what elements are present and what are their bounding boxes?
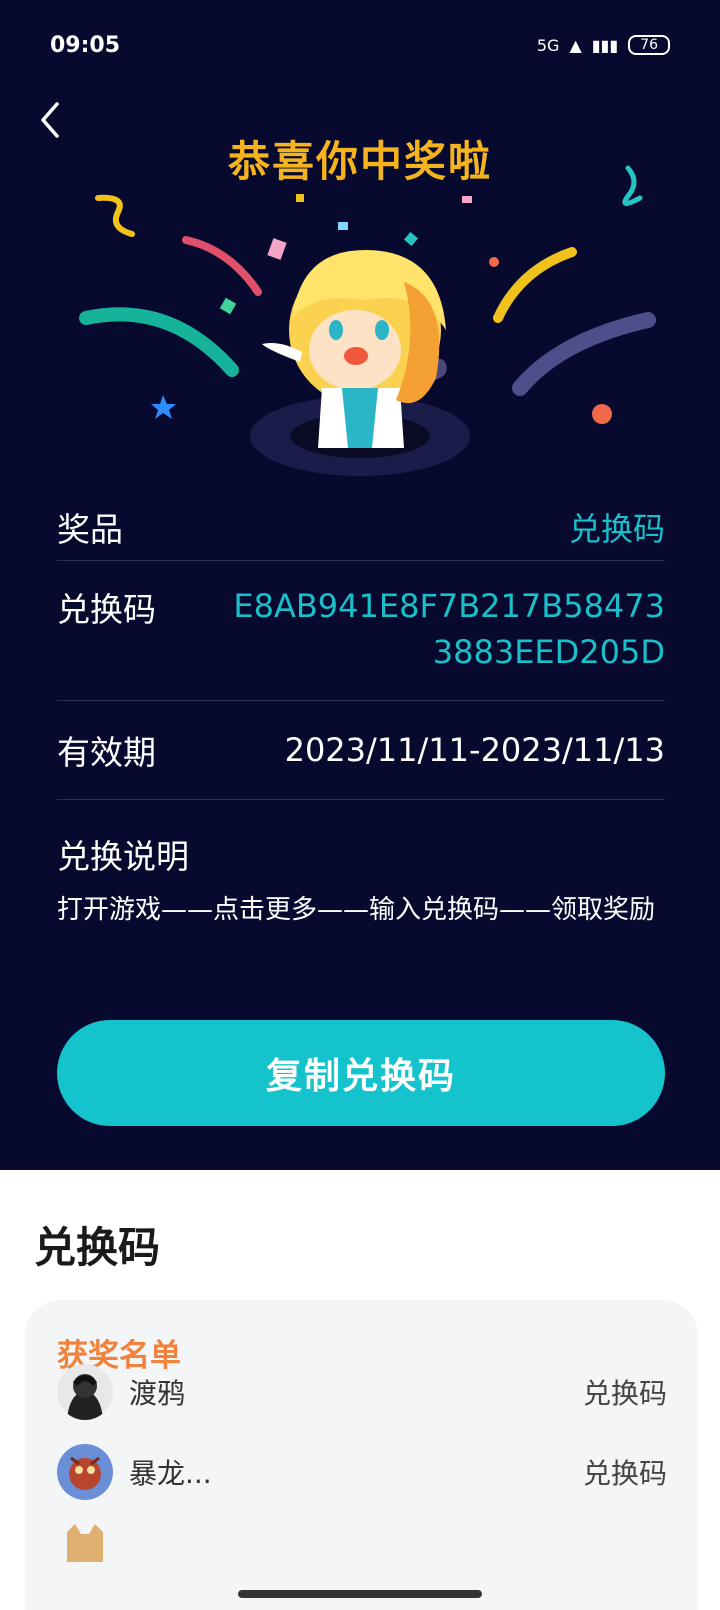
home-indicator[interactable] bbox=[238, 1590, 482, 1598]
prize-panel: 09:05 5G ▲ ▮▮▮ 76 恭喜你中奖啦 奖品 兑换码 兑换码 E8AB… bbox=[0, 0, 720, 1170]
avatar bbox=[57, 1364, 113, 1420]
code-value[interactable]: E8AB941E8F7B217B584733883EED205D bbox=[215, 583, 665, 675]
winner-prize: 兑换码 bbox=[582, 1377, 667, 1410]
celebration-illustration bbox=[79, 165, 656, 476]
winner-name: 渡鸦 bbox=[129, 1377, 186, 1410]
status-bar: 09:05 5G ▲ ▮▮▮ 76 bbox=[50, 28, 670, 62]
prize-label: 奖品 bbox=[57, 509, 123, 549]
winner-prize: 兑换码 bbox=[582, 1457, 667, 1490]
battery-icon: 76 bbox=[628, 35, 670, 55]
avatar bbox=[57, 1444, 113, 1500]
winners-card: 获奖名单 渡鸦 兑换码 暴龙... 兑换码 bbox=[25, 1300, 698, 1610]
status-time: 09:05 bbox=[50, 32, 121, 58]
winner-name: 暴龙... bbox=[129, 1457, 212, 1490]
validity-row: 有效期 2023/11/11-2023/11/13 bbox=[57, 701, 665, 800]
code-row: 兑换码 E8AB941E8F7B217B584733883EED205D bbox=[57, 561, 665, 701]
winner-row[interactable]: 暴龙... 兑换码 bbox=[57, 1442, 667, 1502]
wifi-icon: ▲ bbox=[569, 35, 582, 55]
signal-icon: ▮▮▮ bbox=[591, 35, 619, 55]
avatar bbox=[57, 1522, 113, 1562]
network-label: 5G bbox=[536, 35, 560, 55]
validity-value: 2023/11/11-2023/11/13 bbox=[284, 731, 665, 769]
prize-details: 奖品 兑换码 兑换码 E8AB941E8F7B217B584733883EED2… bbox=[57, 475, 665, 930]
validity-label: 有效期 bbox=[57, 733, 156, 772]
status-icons: 5G ▲ ▮▮▮ 76 bbox=[537, 35, 670, 55]
prize-value: 兑换码 bbox=[568, 509, 665, 548]
code-label: 兑换码 bbox=[57, 590, 156, 629]
instructions-title: 兑换说明 bbox=[57, 837, 189, 876]
prize-row: 奖品 兑换码 bbox=[57, 475, 665, 561]
copy-code-button[interactable]: 复制兑换码 bbox=[57, 1020, 665, 1126]
section-title: 兑换码 bbox=[34, 1223, 161, 1272]
winner-row[interactable]: 渡鸦 兑换码 bbox=[57, 1362, 667, 1422]
instructions-text: 打开游戏——点击更多——输入兑换码——领取奖励 bbox=[57, 895, 656, 925]
